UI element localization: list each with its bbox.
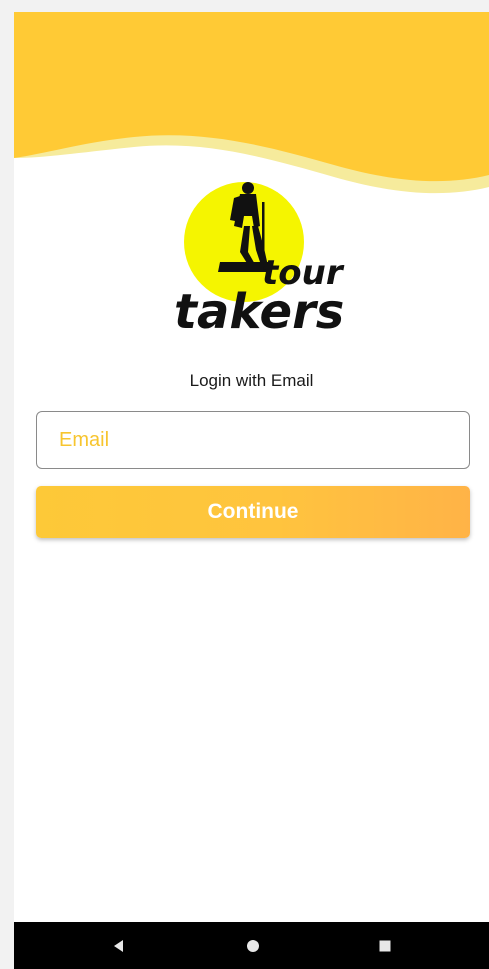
recents-button[interactable]	[355, 922, 415, 969]
email-field[interactable]	[36, 411, 470, 469]
continue-button[interactable]: Continue	[36, 486, 470, 538]
recents-square-icon	[379, 940, 391, 951]
app-screen: tour takers Login with Email Continue	[14, 12, 489, 969]
home-circle-icon	[247, 939, 259, 952]
tour-takers-logo: tour takers	[174, 182, 345, 330]
logo-word-takers: takers	[174, 284, 344, 330]
home-button[interactable]	[223, 922, 283, 969]
system-navigation-bar	[14, 922, 489, 969]
back-triangle-icon	[114, 939, 123, 952]
login-title: Login with Email	[189, 371, 314, 390]
back-button[interactable]	[89, 922, 149, 969]
